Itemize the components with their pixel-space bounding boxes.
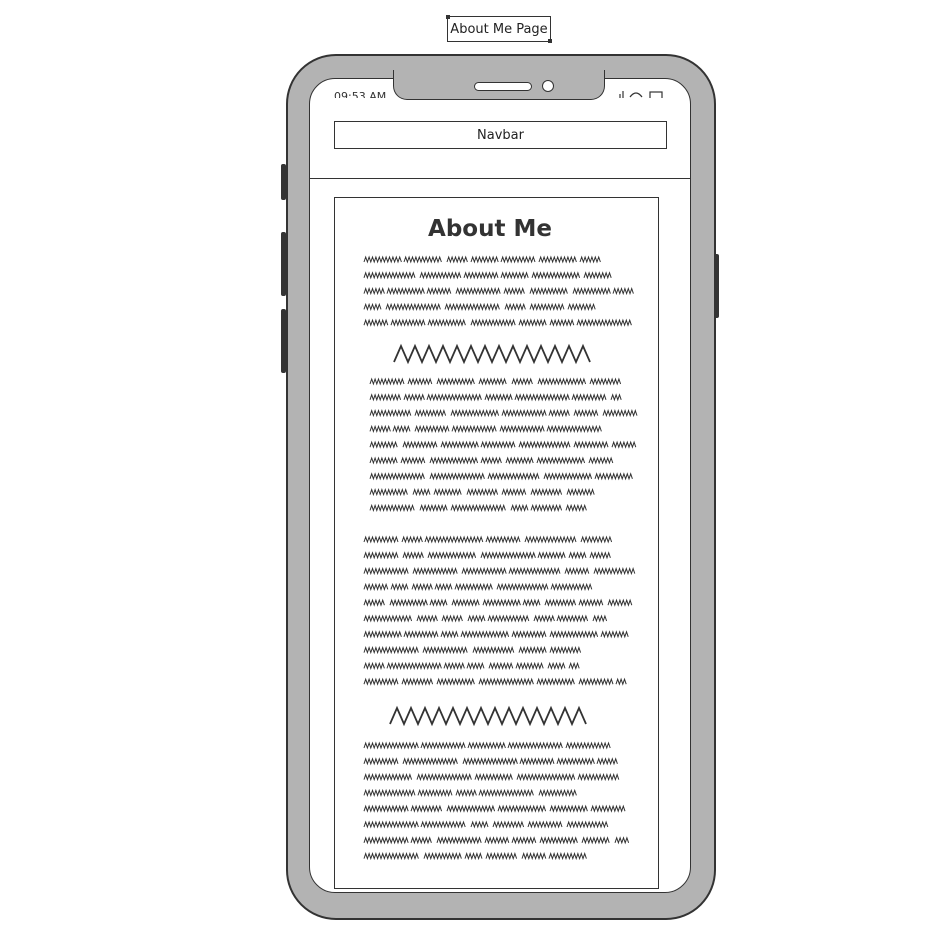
status-icons <box>619 91 663 98</box>
battery-icon <box>649 91 663 98</box>
about-title: About Me <box>428 216 552 242</box>
signal-icon <box>619 91 624 98</box>
phone-volume-down-button <box>281 309 286 373</box>
navbar[interactable]: Navbar <box>334 121 667 149</box>
phone-side-button <box>281 164 286 200</box>
page-label: About Me Page <box>446 15 552 43</box>
about-content-box <box>334 197 659 889</box>
navbar-label: Navbar <box>477 127 524 143</box>
speaker-grille <box>474 82 532 91</box>
phone-power-button <box>714 254 719 318</box>
phone-volume-up-button <box>281 232 286 296</box>
wifi-icon <box>629 92 643 98</box>
status-time: 09:53 AM <box>334 90 387 98</box>
front-camera <box>542 80 554 92</box>
page-label-text: About Me Page <box>450 21 548 37</box>
